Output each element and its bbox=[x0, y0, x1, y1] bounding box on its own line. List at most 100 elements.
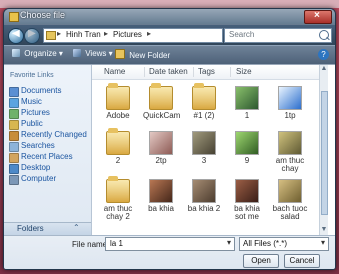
organize-button[interactable]: Organize ▾ bbox=[12, 49, 63, 61]
file-tile-2tp[interactable]: 2tp bbox=[143, 131, 179, 171]
file-tile-1tp[interactable]: 1tp bbox=[272, 86, 308, 126]
command-toolbar: Organize ▾ Views ▾ New Folder ? bbox=[4, 45, 335, 65]
scroll-thumb[interactable] bbox=[321, 91, 328, 215]
file-tile-adobe[interactable]: Adobe bbox=[100, 83, 136, 126]
column-header-tags[interactable]: Tags bbox=[198, 67, 215, 76]
column-divider[interactable] bbox=[193, 67, 194, 77]
chevron-up-icon[interactable]: ▲ bbox=[320, 65, 328, 75]
computer-icon bbox=[9, 175, 19, 185]
file-tile-ba-khia-sot-me[interactable]: ba khia sot me bbox=[229, 179, 265, 221]
file-name: 1 bbox=[244, 111, 250, 120]
file-tile-9[interactable]: 9 bbox=[229, 131, 265, 171]
sidebar-item-searches[interactable]: Searches bbox=[9, 141, 89, 152]
navigation-pane: Favorite Links Documents Music Pictures … bbox=[4, 65, 92, 236]
sidebar-item-label: Music bbox=[21, 97, 42, 106]
file-selection-footer: File name: la 1 ▾ All Files (*.*) ▾ Open… bbox=[4, 235, 335, 269]
file-name: ba khia sot me bbox=[234, 204, 260, 221]
file-name: QuickCam bbox=[143, 111, 181, 120]
column-header-row: Name Date taken Tags Size bbox=[92, 65, 328, 80]
address-bar: ◀ ▶ ▸ Hinh Tran ▸ Pictures ▸ ▾ ⟳ Search bbox=[4, 25, 335, 45]
folder-icon bbox=[46, 31, 56, 40]
file-name-field[interactable]: la 1 ▾ bbox=[105, 237, 235, 251]
screen: Choose file × ◀ ▶ ▸ Hinh Tran ▸ Pictures… bbox=[0, 0, 339, 274]
column-header-date-taken[interactable]: Date taken bbox=[149, 67, 188, 76]
searches-icon bbox=[9, 142, 19, 152]
sidebar-item-label: Pictures bbox=[21, 108, 50, 117]
address-field[interactable]: ▸ Hinh Tran ▸ Pictures ▸ ▾ bbox=[43, 28, 258, 43]
choose-file-dialog: Choose file × ◀ ▶ ▸ Hinh Tran ▸ Pictures… bbox=[3, 8, 336, 270]
back-button[interactable]: ◀ bbox=[8, 28, 24, 44]
recent-icon bbox=[9, 131, 19, 141]
column-divider[interactable] bbox=[230, 67, 231, 77]
search-icon bbox=[319, 30, 329, 40]
file-tile-quickcam[interactable]: QuickCam bbox=[143, 83, 181, 126]
file-name: 9 bbox=[244, 156, 250, 165]
column-header-size[interactable]: Size bbox=[236, 67, 252, 76]
file-tile-1-2[interactable]: #1 (2) bbox=[186, 83, 222, 126]
folder-tab bbox=[108, 83, 118, 88]
breadcrumb-pictures[interactable]: Pictures bbox=[113, 30, 142, 39]
back-arrow-icon: ◀ bbox=[12, 28, 20, 39]
sidebar-item-label: Computer bbox=[21, 174, 57, 183]
file-tile-am-thuc-chay-2[interactable]: am thuc chay 2 bbox=[100, 176, 136, 221]
file-tile-bach-tuoc-salad[interactable]: bach tuoc salad bbox=[272, 179, 308, 221]
file-name: am thuc chay 2 bbox=[103, 204, 133, 221]
image-thumbnail bbox=[235, 86, 259, 110]
file-tile-ba-khia[interactable]: ba khia bbox=[143, 179, 179, 219]
sidebar-item-music[interactable]: Music bbox=[9, 97, 89, 108]
vertical-scrollbar[interactable]: ▲ ▼ bbox=[319, 65, 328, 236]
file-name-label: File name: bbox=[72, 240, 110, 249]
help-icon[interactable]: ? bbox=[318, 49, 329, 60]
views-button[interactable]: Views ▾ bbox=[73, 49, 113, 61]
column-header-name[interactable]: Name bbox=[104, 67, 125, 76]
image-thumbnail bbox=[235, 131, 259, 155]
image-thumbnail bbox=[149, 179, 173, 203]
sidebar-item-documents[interactable]: Documents bbox=[9, 86, 89, 97]
sidebar-item-recent-places[interactable]: Recent Places bbox=[9, 152, 89, 163]
image-thumbnail bbox=[278, 86, 302, 110]
file-name: ba khia bbox=[148, 204, 174, 213]
sidebar-item-label: Searches bbox=[21, 141, 55, 150]
file-tile-1[interactable]: 1 bbox=[229, 86, 265, 126]
file-list: Name Date taken Tags Size Adobe QuickCam bbox=[92, 65, 328, 236]
folder-icon bbox=[149, 83, 173, 110]
search-placeholder: Search bbox=[229, 30, 255, 39]
chevron-down-icon[interactable]: ▾ bbox=[318, 238, 328, 250]
close-button[interactable]: × bbox=[304, 10, 332, 24]
breadcrumb-hinh-tran[interactable]: Hinh Tran bbox=[66, 30, 101, 39]
file-tile-ba-khia-2[interactable]: ba khia 2 bbox=[186, 179, 222, 219]
open-button[interactable]: Open bbox=[243, 254, 279, 268]
breadcrumb-separator: ▸ bbox=[104, 29, 109, 38]
sidebar-item-computer[interactable]: Computer bbox=[9, 174, 89, 185]
file-type-value: All Files (*.*) bbox=[243, 239, 288, 248]
file-name: 2tp bbox=[155, 156, 167, 165]
sidebar-item-recently-changed[interactable]: Recently Changed bbox=[9, 130, 89, 141]
cancel-button[interactable]: Cancel bbox=[284, 254, 320, 268]
favorite-links-header: Favorite Links bbox=[10, 72, 54, 79]
file-name-dropdown-icon[interactable]: ▾ bbox=[224, 238, 234, 250]
folder-icon bbox=[192, 83, 216, 110]
forward-button[interactable]: ▶ bbox=[24, 28, 40, 44]
file-name: 1tp bbox=[284, 111, 296, 120]
sidebar-item-pictures[interactable]: Pictures bbox=[9, 108, 89, 119]
file-tile-3[interactable]: 3 bbox=[186, 131, 222, 171]
image-thumbnail bbox=[192, 179, 216, 203]
file-name: #1 (2) bbox=[193, 111, 215, 120]
sidebar-item-public[interactable]: Public bbox=[9, 119, 89, 130]
new-folder-button[interactable]: New Folder bbox=[115, 49, 170, 61]
folders-toggle[interactable]: Folders ⌃ bbox=[4, 222, 91, 236]
folder-icon bbox=[106, 83, 130, 110]
folders-label: Folders bbox=[17, 224, 44, 233]
file-tile-am-thuc-chay[interactable]: am thuc chay bbox=[272, 131, 308, 173]
column-divider[interactable] bbox=[144, 67, 145, 77]
file-name: am thuc chay bbox=[275, 156, 305, 173]
sidebar-item-desktop[interactable]: Desktop bbox=[9, 163, 89, 174]
image-thumbnail bbox=[192, 131, 216, 155]
file-name-value: la 1 bbox=[110, 239, 123, 248]
public-icon bbox=[9, 120, 19, 130]
file-name: 3 bbox=[201, 156, 207, 165]
desktop-icon bbox=[9, 164, 19, 174]
search-input[interactable]: Search bbox=[224, 28, 332, 43]
file-tile-2[interactable]: 2 bbox=[100, 128, 136, 171]
file-type-select[interactable]: All Files (*.*) ▾ bbox=[239, 237, 329, 251]
